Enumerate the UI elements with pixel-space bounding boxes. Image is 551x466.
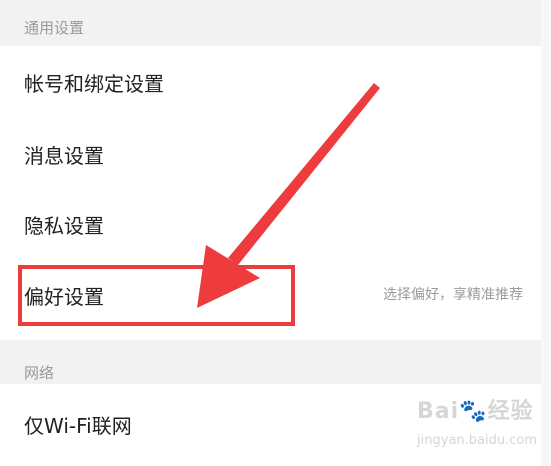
watermark-brand: Bai (417, 399, 460, 424)
row-label: 帐号和绑定设置 (24, 72, 164, 96)
right-edge-strip (541, 0, 551, 466)
section-title-general: 通用设置 (24, 19, 85, 37)
row-label: 仅Wi-Fi联网 (24, 414, 132, 438)
section-title-network: 网络 (24, 364, 55, 382)
watermark-suffix: 经验 (487, 399, 534, 424)
baidu-watermark: Bai🐾经验 jingyan.baidu.com (417, 393, 537, 450)
row-label: 消息设置 (24, 144, 104, 168)
section-header-network: 网络 (0, 340, 541, 384)
settings-row-account-binding[interactable]: 帐号和绑定设置 (0, 46, 541, 116)
row-description: 选择偏好，享精准推荐 (383, 287, 523, 303)
paw-icon: 🐾 (459, 399, 488, 424)
annotation-highlight-box (18, 265, 295, 326)
settings-row-message[interactable]: 消息设置 (0, 118, 541, 188)
row-label: 隐私设置 (24, 214, 104, 238)
watermark-domain: jingyan.baidu.com (417, 433, 537, 448)
section-header-general: 通用设置 (0, 0, 541, 46)
settings-row-privacy[interactable]: 隐私设置 (0, 188, 541, 258)
